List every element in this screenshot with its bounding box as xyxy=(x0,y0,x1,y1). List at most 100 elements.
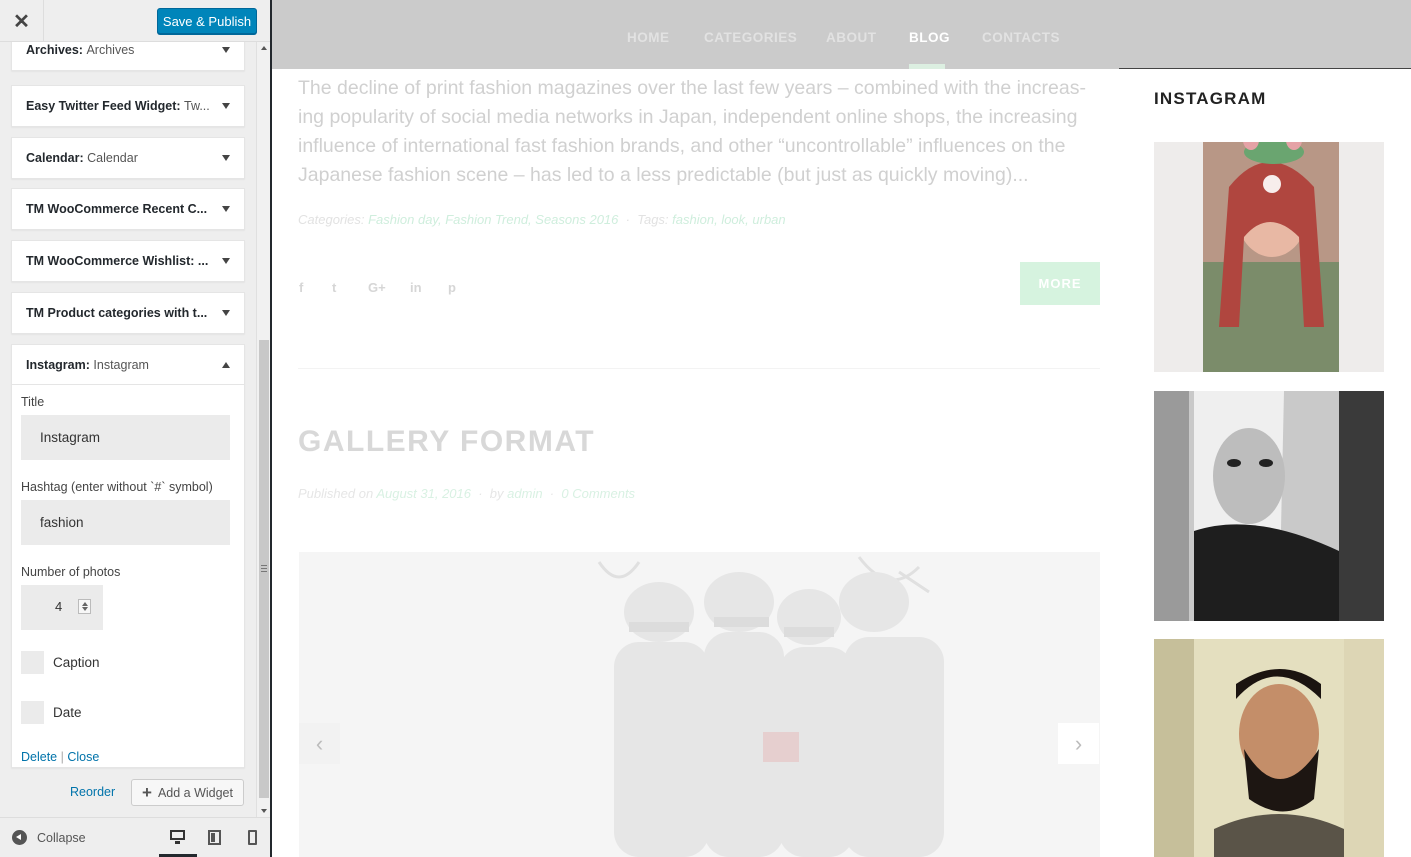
gallery-slider: ‹ › xyxy=(299,552,1100,857)
by-label: by xyxy=(489,486,504,501)
nav-categories[interactable]: CATEGORIES xyxy=(704,30,797,45)
tablet-preview-icon[interactable] xyxy=(208,830,221,845)
scroll-thumb[interactable] xyxy=(259,340,269,798)
widget-title-label: Calendar xyxy=(87,151,138,165)
widget-title-label: Instagram xyxy=(93,357,149,372)
widget-instagram: Instagram: Instagram Title Hashtag (ente… xyxy=(11,344,245,768)
mobile-preview-icon[interactable] xyxy=(248,830,257,845)
site-preview: HOME CATEGORIES ABOUT BLOG CONTACTS The … xyxy=(272,0,1411,857)
widget-header[interactable]: TM WooCommerce Recent C... xyxy=(12,189,244,229)
action-separator: | xyxy=(60,750,64,764)
close-icon[interactable]: ✕ xyxy=(0,0,44,42)
tags-links[interactable]: fashion, look, urban xyxy=(672,212,785,227)
nav-blog[interactable]: BLOG xyxy=(909,30,950,45)
chevron-down-icon[interactable] xyxy=(222,47,230,53)
save-publish-button[interactable]: Save & Publish xyxy=(157,8,257,34)
chevron-left-icon: ‹ xyxy=(315,730,324,756)
categories-label: Categories: xyxy=(298,212,365,227)
date-option: Date xyxy=(21,700,235,724)
author-link[interactable]: admin xyxy=(507,486,542,501)
instagram-image xyxy=(1154,639,1384,857)
post-title[interactable]: GALLERY FORMAT xyxy=(298,425,595,459)
caption-option: Caption xyxy=(21,650,235,674)
delete-link[interactable]: Delete xyxy=(21,750,57,764)
chevron-up-icon[interactable] xyxy=(222,361,230,368)
close-link[interactable]: Close xyxy=(67,750,99,764)
reorder-link[interactable]: Reorder xyxy=(70,785,115,799)
widget-type-label: Calendar: xyxy=(26,151,84,165)
photos-count-label: Number of photos xyxy=(21,565,121,579)
scroll-down-icon[interactable] xyxy=(261,809,267,813)
widget-calendar[interactable]: Calendar: Calendar xyxy=(11,137,245,179)
widget-tm-wishlist[interactable]: TM WooCommerce Wishlist: ... xyxy=(11,240,245,282)
collapse-label[interactable]: Collapse xyxy=(37,831,86,845)
hashtag-label: Hashtag (enter without `#` symbol) xyxy=(21,480,213,494)
google-plus-icon[interactable]: G+ xyxy=(368,280,386,295)
photos-count-value: 4 xyxy=(55,599,63,614)
caption-label: Caption xyxy=(53,654,100,670)
widget-type-label: Easy Twitter Feed Widget: xyxy=(26,99,181,113)
photos-count-stepper[interactable]: 4 xyxy=(21,585,103,630)
title-input[interactable] xyxy=(21,415,230,460)
date-checkbox[interactable] xyxy=(21,700,44,724)
widget-tm-product-categories[interactable]: TM Product categories with t... xyxy=(11,292,245,334)
collapse-icon[interactable] xyxy=(12,830,27,845)
pinterest-icon[interactable]: p xyxy=(448,280,456,295)
widget-type-label: TM WooCommerce Recent C... xyxy=(26,202,208,216)
scroll-up-icon[interactable] xyxy=(261,46,267,50)
customizer-footer: Collapse xyxy=(0,817,270,857)
nav-home[interactable]: HOME xyxy=(627,30,670,45)
widget-title-label: Archives xyxy=(86,43,135,57)
chevron-down-icon[interactable] xyxy=(222,258,230,264)
nav-divider xyxy=(1119,68,1411,69)
instagram-photo[interactable] xyxy=(1154,142,1384,372)
post-date-link[interactable]: August 31, 2016 xyxy=(376,486,471,501)
plus-icon: + xyxy=(142,783,152,802)
post-meta: Published on August 31, 2016 · by admin … xyxy=(298,486,636,501)
widget-title-label: Tw... xyxy=(184,99,210,113)
widget-header[interactable]: TM WooCommerce Wishlist: ... xyxy=(12,241,244,281)
chevron-right-icon: › xyxy=(1074,730,1083,756)
twitter-icon[interactable]: t xyxy=(332,280,336,295)
linkedin-icon[interactable]: in xyxy=(410,280,422,295)
gallery-next-button[interactable]: › xyxy=(1058,723,1099,764)
widget-type-label: TM WooCommerce Wishlist: ... xyxy=(26,254,209,268)
categories-links[interactable]: Fashion day, Fashion Trend, Seasons 2016 xyxy=(368,212,618,227)
instagram-image xyxy=(1154,142,1384,372)
widget-form: Title Hashtag (enter without `#` symbol)… xyxy=(12,385,244,774)
nav-contacts[interactable]: CONTACTS xyxy=(982,30,1060,45)
widget-header[interactable]: Instagram: Instagram xyxy=(12,345,244,385)
gallery-prev-button[interactable]: ‹ xyxy=(299,723,340,764)
instagram-photo[interactable] xyxy=(1154,639,1384,857)
nav-about[interactable]: ABOUT xyxy=(826,30,877,45)
widget-tm-recent[interactable]: TM WooCommerce Recent C... xyxy=(11,188,245,230)
comments-link[interactable]: 0 Comments xyxy=(561,486,635,501)
published-label: Published on xyxy=(298,486,374,501)
widget-easy-twitter[interactable]: Easy Twitter Feed Widget: Tw... xyxy=(11,85,245,127)
chevron-down-icon[interactable] xyxy=(222,155,230,161)
widget-type-label: TM Product categories with t... xyxy=(26,306,208,320)
grip-icon xyxy=(261,565,267,572)
chevron-down-icon[interactable] xyxy=(222,103,230,109)
widget-header[interactable]: TM Product categories with t... xyxy=(12,293,244,333)
add-widget-button[interactable]: + Add a Widget xyxy=(131,779,244,806)
post-taxonomy: Categories: Fashion day, Fashion Trend, … xyxy=(298,212,786,227)
facebook-icon[interactable]: f xyxy=(299,280,303,295)
widget-header[interactable]: Easy Twitter Feed Widget: Tw... xyxy=(12,86,244,126)
spinner-arrows-icon[interactable] xyxy=(78,599,91,614)
desktop-preview-icon[interactable] xyxy=(170,830,185,846)
chevron-down-icon[interactable] xyxy=(222,310,230,316)
caption-checkbox[interactable] xyxy=(21,650,44,674)
widget-type-label: Instagram: xyxy=(26,357,90,372)
more-button[interactable]: MORE xyxy=(1020,262,1100,305)
sidebar-scrollbar[interactable] xyxy=(256,42,270,817)
meta-separator: · xyxy=(625,212,630,227)
instagram-photo[interactable] xyxy=(1154,391,1384,621)
customizer-header: ✕ Save & Publish xyxy=(0,0,270,42)
widget-header[interactable]: Archives: Archives xyxy=(12,42,244,70)
hashtag-input[interactable] xyxy=(21,500,230,545)
widget-archives[interactable]: Archives: Archives xyxy=(11,42,245,71)
add-widget-label: Add a Widget xyxy=(157,785,233,800)
widget-header[interactable]: Calendar: Calendar xyxy=(12,138,244,178)
chevron-down-icon[interactable] xyxy=(222,206,230,212)
